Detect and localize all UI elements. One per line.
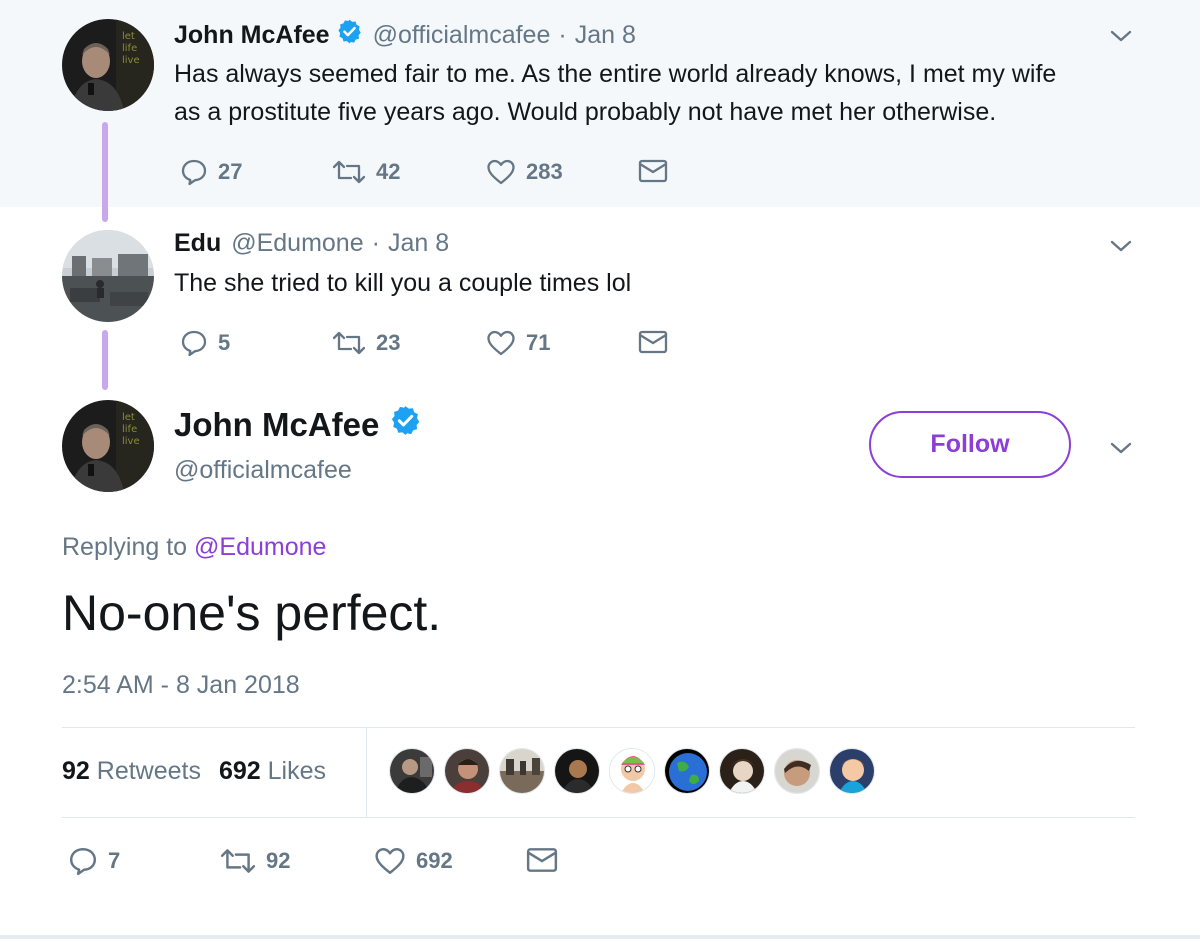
retweet-button[interactable]: 92 [220,846,290,876]
like-button[interactable]: 71 [486,329,550,357]
tweet-actions: 5 23 71 [180,329,700,359]
reply-icon [69,847,97,876]
like-stat-label: Likes [267,757,327,785]
reply-button[interactable]: 7 [68,846,120,876]
liker-avatar[interactable] [774,748,820,794]
chevron-down-icon[interactable] [1109,238,1133,254]
tweet-header: Edu @Edumone · Jan 8 [174,229,449,258]
retweet-icon [220,849,256,873]
retweet-icon [332,331,366,355]
like-count: 283 [526,159,563,184]
tweet-text: The she tried to kill you a couple times… [174,269,632,297]
tweet-text: Has always seemed fair to me. As the ent… [174,55,1154,131]
tweet-date[interactable]: Jan 8 [388,229,449,258]
reply-icon [181,330,207,357]
svg-text:let: let [122,412,135,423]
divider [366,727,367,817]
retweet-button[interactable]: 23 [332,329,400,357]
heart-icon [375,848,405,874]
handle[interactable]: @officialmcafee [174,456,352,485]
reply-count: 7 [108,848,121,873]
like-stat-count: 692 [218,757,261,785]
liker-avatar[interactable] [829,748,875,794]
liker-avatars [389,748,884,794]
retweet-button[interactable]: 42 [332,158,400,186]
tweet-stats: 92 Retweets 692 Likes [62,757,326,786]
display-name[interactable]: John McAfee [174,21,330,50]
main-tweet-text: No-one's perfect. [62,585,442,641]
display-name[interactable]: John McAfee [174,404,422,445]
avatar[interactable]: let life live [62,400,154,492]
svg-text:life: life [122,43,137,54]
like-count: 71 [526,330,551,355]
mention-link[interactable]: @Edumone [194,533,326,561]
replying-to: Replying to @Edumone [62,533,326,562]
reply-count: 5 [218,330,231,355]
dm-button[interactable] [526,846,558,874]
tweet-header: John McAfee @officialmcafee · Jan 8 [174,18,636,52]
chevron-down-icon[interactable] [1109,28,1133,44]
retweet-icon [332,160,366,184]
envelope-icon [638,159,668,183]
retweet-count: 42 [376,159,401,184]
like-count: 692 [416,848,453,873]
divider [0,935,1200,939]
retweet-stat-label: Retweets [96,757,201,785]
reply-button[interactable]: 27 [180,158,242,186]
verified-badge-icon [336,18,363,52]
like-button[interactable]: 283 [486,158,563,186]
retweet-count: 92 [266,848,291,873]
liker-avatar[interactable] [499,748,545,794]
like-stat[interactable]: 692 Likes [219,757,326,785]
envelope-icon [526,848,558,872]
svg-text:life: life [122,424,137,435]
retweet-stat-count: 92 [62,757,90,785]
retweet-count: 23 [376,330,401,355]
handle[interactable]: @officialmcafee [373,21,551,50]
tweet-date[interactable]: Jan 8 [575,21,636,50]
reply-count: 27 [218,159,243,184]
avatar[interactable]: let life live [62,19,154,111]
svg-text:live: live [122,436,140,447]
dm-button[interactable] [638,329,668,355]
separator-dot: · [371,229,380,257]
liker-avatar[interactable] [719,748,765,794]
handle[interactable]: @Edumone [231,229,363,258]
tweet-text-line: Has always seemed fair to me. As the ent… [174,60,1057,88]
like-button[interactable]: 692 [374,846,453,876]
tweet-actions: 7 92 692 [68,846,588,876]
tweet-actions: 27 42 283 [180,158,700,188]
liker-avatar[interactable] [609,748,655,794]
divider [62,727,1135,728]
svg-text:let: let [122,31,135,42]
liker-avatar[interactable] [664,748,710,794]
envelope-icon [638,330,668,354]
display-name[interactable]: Edu [174,229,221,258]
separator-dot: · [558,20,567,49]
liker-avatar[interactable] [554,748,600,794]
heart-icon [487,330,515,356]
follow-button[interactable]: Follow [869,411,1071,478]
reply-icon [181,159,207,186]
thread-connector [102,330,108,390]
heart-icon [487,159,515,185]
verified-badge-icon [389,404,422,445]
retweet-stat[interactable]: 92 Retweets [62,757,201,785]
liker-avatar[interactable] [444,748,490,794]
reply-button[interactable]: 5 [180,329,230,357]
avatar[interactable] [62,230,154,322]
dm-button[interactable] [638,158,668,184]
thread-connector [102,122,108,222]
svg-text:live: live [122,55,140,66]
tweet-text-line: as a prostitute five years ago. Would pr… [174,98,997,126]
tweet-timestamp[interactable]: 2:54 AM - 8 Jan 2018 [62,671,300,700]
liker-avatar[interactable] [389,748,435,794]
chevron-down-icon[interactable] [1109,440,1133,456]
replying-prefix: Replying to [62,533,188,561]
divider [62,817,1135,818]
display-name-text: John McAfee [174,405,380,443]
